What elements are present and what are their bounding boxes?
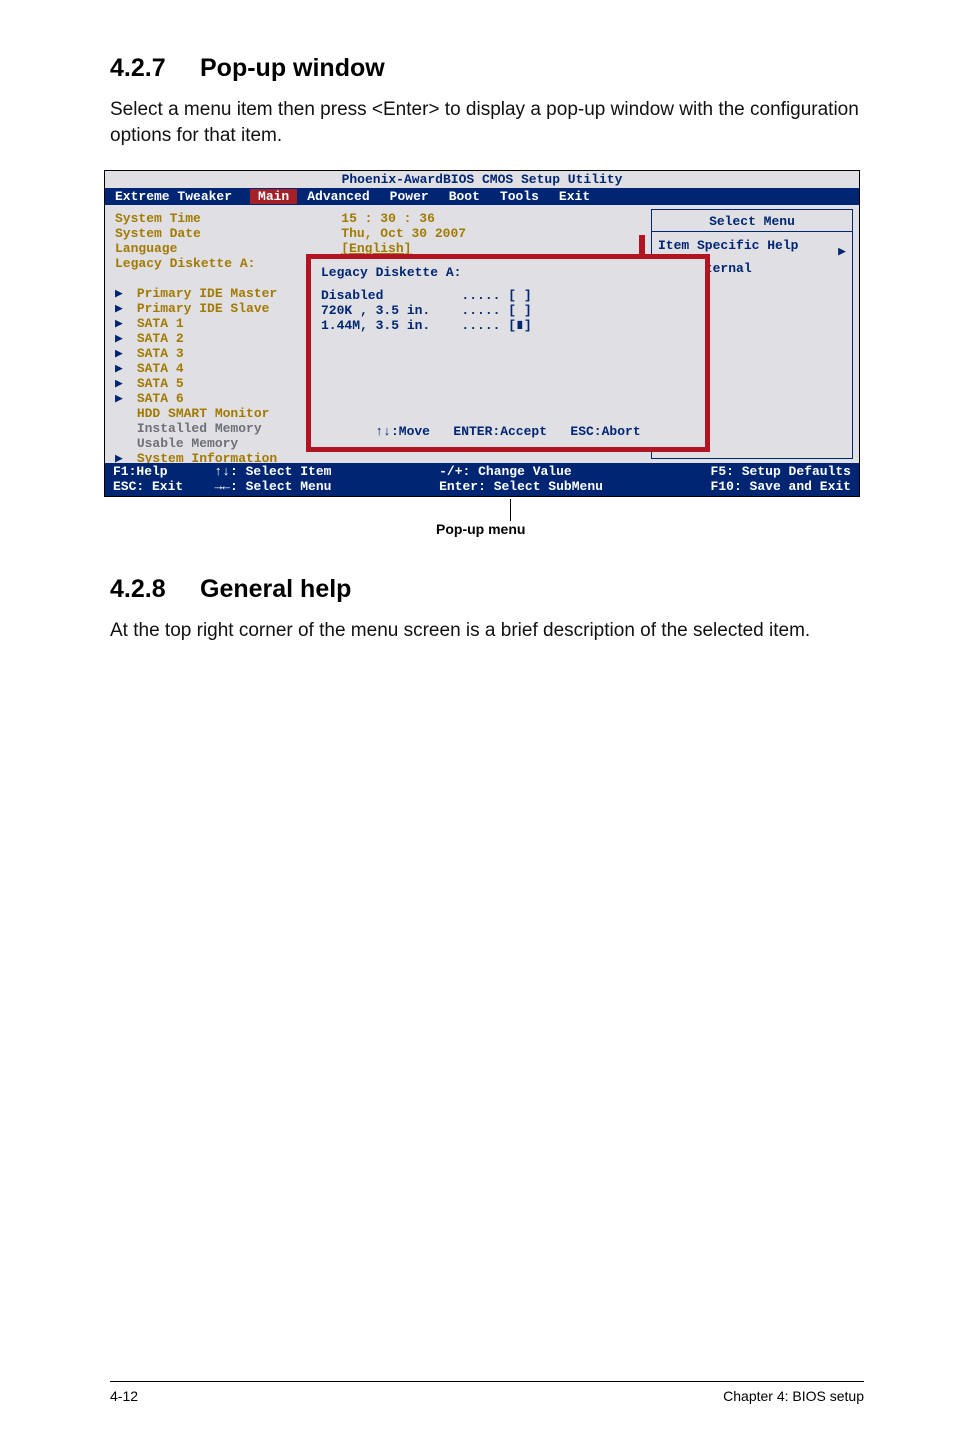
section-heading-4-2-8: 4.2.8General help xyxy=(110,575,864,604)
keybar-col-3: F5: Setup Defaults F10: Save and Exit xyxy=(711,464,851,494)
triangle-right-icon: ▶ xyxy=(838,244,846,259)
popup-option-disabled[interactable]: Disabled ..... [ ] xyxy=(321,288,532,303)
tab-tools[interactable]: Tools xyxy=(490,189,549,204)
tab-power[interactable]: Power xyxy=(380,189,439,204)
tab-extreme-tweaker[interactable]: Extreme Tweaker xyxy=(105,189,242,204)
triangle-right-icon: ▶ xyxy=(115,361,129,376)
figure-caption: Pop-up menu xyxy=(436,521,525,537)
popup-option-720k[interactable]: 720K , 3.5 in. ..... [ ] xyxy=(321,303,532,318)
popup-window: Legacy Diskette A: Disabled ..... [ ] 72… xyxy=(307,255,709,451)
keybar-col-2: -/+: Change Value Enter: Select SubMenu xyxy=(439,464,603,494)
bios-title: Phoenix-AwardBIOS CMOS Setup Utility xyxy=(105,171,859,188)
item-system-time[interactable]: System Time 15 : 30 : 36 xyxy=(115,211,639,226)
popup-option-1-44m[interactable]: 1.44M, 3.5 in. ..... [∎] xyxy=(321,318,532,333)
bios-window: Phoenix-AwardBIOS CMOS Setup Utility Ext… xyxy=(104,170,860,497)
section-number: 4.2.7 xyxy=(110,54,200,83)
triangle-right-icon: ▶ xyxy=(115,301,129,316)
bios-key-bar: F1:Help ↑↓: Select Item ESC: Exit →←: Se… xyxy=(105,463,859,496)
tab-exit[interactable]: Exit xyxy=(549,189,600,204)
tab-main[interactable]: Main xyxy=(250,189,297,204)
caption-pointer-line xyxy=(510,499,511,521)
page-footer: 4-12 Chapter 4: BIOS setup xyxy=(0,1381,954,1404)
popup-options: Disabled ..... [ ] 720K , 3.5 in. ..... … xyxy=(311,286,705,335)
triangle-right-icon: ▶ xyxy=(115,286,129,301)
tab-boot[interactable]: Boot xyxy=(439,189,490,204)
section-title: General help xyxy=(200,575,351,603)
section-2-paragraph: At the top right corner of the menu scre… xyxy=(110,618,864,644)
section-heading-4-2-7: 4.2.7Pop-up window xyxy=(110,54,864,83)
footer-rule xyxy=(110,1381,864,1382)
triangle-right-icon: ▶ xyxy=(115,376,129,391)
triangle-right-icon: ▶ xyxy=(115,316,129,331)
bios-body: System Time 15 : 30 : 36 System Date Thu… xyxy=(105,205,859,463)
chapter-label: Chapter 4: BIOS setup xyxy=(723,1388,864,1404)
triangle-right-icon: ▶ xyxy=(115,346,129,361)
triangle-right-icon: ▶ xyxy=(115,331,129,346)
section-number: 4.2.8 xyxy=(110,575,200,604)
page-number: 4-12 xyxy=(110,1388,138,1404)
item-specific-help-label: Item Specific Help xyxy=(658,238,798,253)
right-column-title: Select Menu xyxy=(652,210,852,232)
popup-title: Legacy Diskette A: xyxy=(311,259,705,286)
tab-advanced[interactable]: Advanced xyxy=(297,189,379,204)
item-system-date[interactable]: System Date Thu, Oct 30 2007 xyxy=(115,226,639,241)
popup-help-line: ↑↓:Move ENTER:Accept ESC:Abort xyxy=(321,424,695,439)
bios-tab-bar: Extreme Tweaker Main Advanced Power Boot… xyxy=(105,188,859,205)
triangle-right-icon: ▶ xyxy=(115,391,129,406)
section-title: Pop-up window xyxy=(200,54,385,82)
keybar-col-1: F1:Help ↑↓: Select Item ESC: Exit →←: Se… xyxy=(113,464,331,494)
item-language[interactable]: Language [English] xyxy=(115,241,639,256)
item-system-information[interactable]: ▶ System Information xyxy=(115,451,639,463)
section-1-paragraph: Select a menu item then press <Enter> to… xyxy=(110,97,864,148)
figure-caption-wrap: Pop-up menu xyxy=(104,503,858,545)
triangle-right-icon: ▶ xyxy=(115,451,129,463)
